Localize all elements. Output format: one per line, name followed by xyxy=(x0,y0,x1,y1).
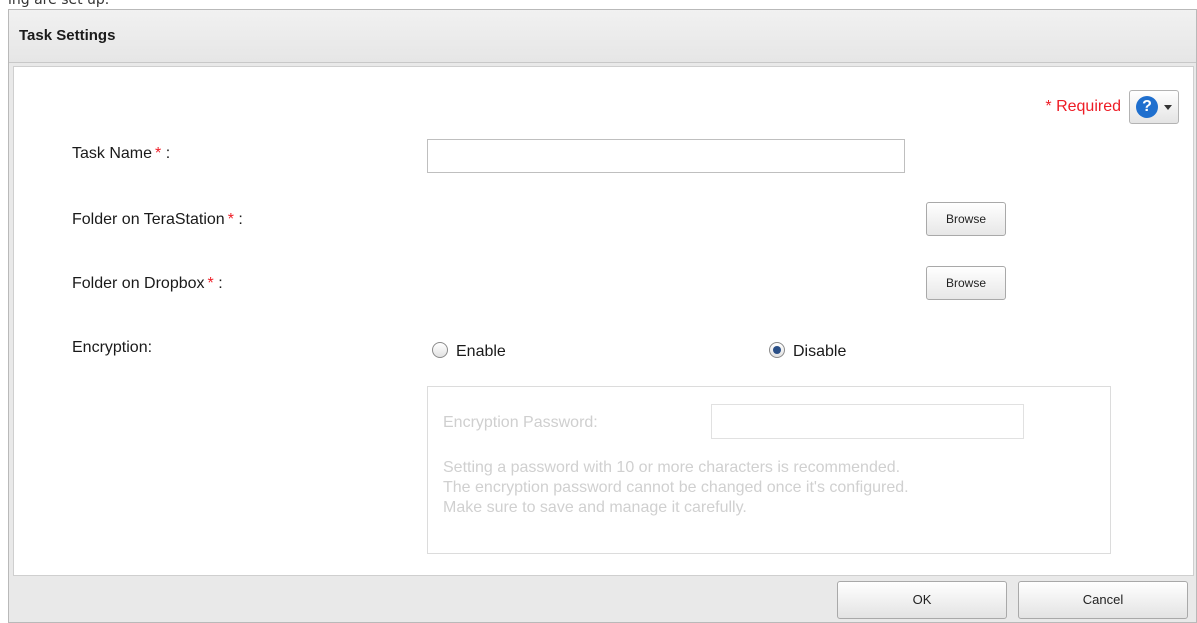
cancel-button[interactable]: Cancel xyxy=(1018,581,1188,619)
question-circle-icon: ? xyxy=(1136,96,1158,118)
label-colon: : xyxy=(213,275,223,292)
dialog-content: * Required ? Task Name * : Folder on Tera… xyxy=(13,66,1194,576)
folder-dropbox-label: Folder on Dropbox * : xyxy=(72,275,223,293)
disable-radio[interactable] xyxy=(769,341,785,358)
dialog-title: Task Settings xyxy=(19,27,116,44)
encryption-note-line: Setting a password with 10 or more chara… xyxy=(443,459,901,476)
encryption-disable-option[interactable]: Disable xyxy=(769,341,847,361)
label-colon: : xyxy=(233,211,243,228)
folder-terastation-label: Folder on TeraStation * : xyxy=(72,211,243,229)
background-page-text: ing are set up. xyxy=(0,0,1197,9)
background-page-text-fragment: ing are set up. xyxy=(8,0,110,8)
chevron-down-icon xyxy=(1164,105,1172,110)
task-name-label-text: Task Name xyxy=(72,145,153,162)
encryption-note: Setting a password with 10 or more chara… xyxy=(443,458,909,518)
enable-radio[interactable] xyxy=(432,341,448,358)
task-settings-dialog: Task Settings * Required ? Task Name * : … xyxy=(8,9,1197,623)
task-name-label: Task Name * : xyxy=(72,145,170,163)
label-colon: : xyxy=(161,145,171,162)
required-note: * Required xyxy=(1045,98,1121,115)
browse-dropbox-button[interactable]: Browse xyxy=(926,266,1006,300)
encryption-password-input[interactable] xyxy=(711,404,1024,439)
folder-dropbox-label-text: Folder on Dropbox xyxy=(72,275,205,292)
browse-terastation-button[interactable]: Browse xyxy=(926,202,1006,236)
encryption-label: Encryption: xyxy=(72,339,153,356)
ok-button[interactable]: OK xyxy=(837,581,1007,619)
folder-terastation-label-text: Folder on TeraStation xyxy=(72,211,225,228)
help-menu-button[interactable]: ? xyxy=(1129,90,1179,124)
encryption-settings-panel: Encryption Password: Setting a password … xyxy=(427,386,1111,554)
encryption-note-line: Make sure to save and manage it carefull… xyxy=(443,499,747,516)
task-name-input[interactable] xyxy=(427,139,905,173)
encryption-note-line: The encryption password cannot be change… xyxy=(443,479,909,496)
enable-radio-label: Enable xyxy=(456,343,506,360)
dialog-title-bar[interactable]: Task Settings xyxy=(9,10,1196,63)
disable-radio-label: Disable xyxy=(793,343,847,360)
encryption-password-label: Encryption Password: xyxy=(443,414,598,431)
encryption-enable-option[interactable]: Enable xyxy=(432,341,506,361)
